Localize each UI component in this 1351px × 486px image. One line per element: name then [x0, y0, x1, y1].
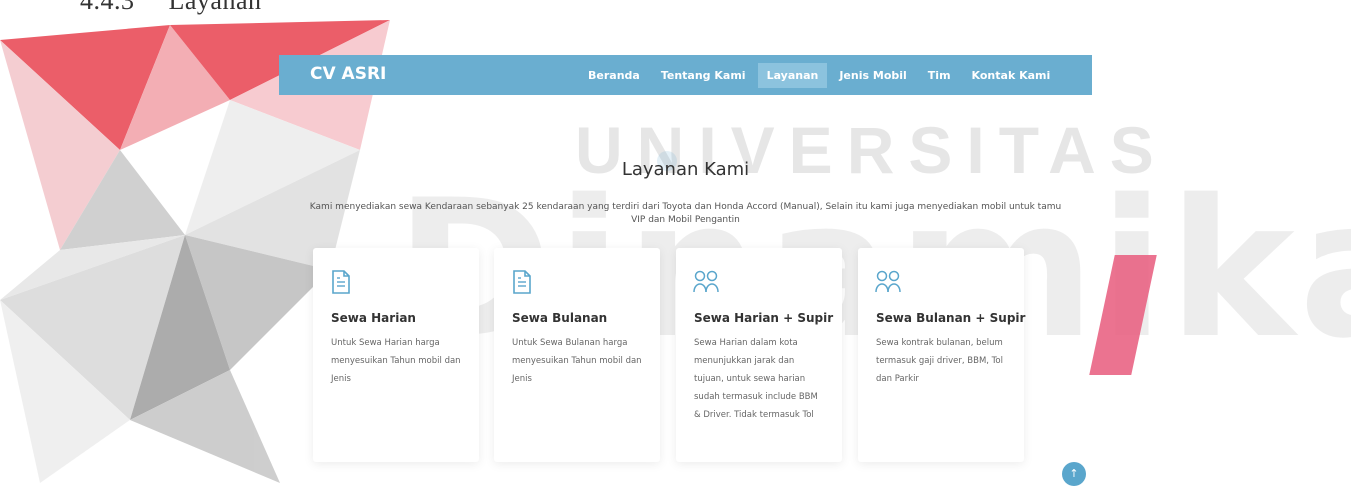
nav-item-kontak-kami[interactable]: Kontak Kami: [963, 63, 1060, 88]
card-title: Sewa Harian: [331, 311, 416, 325]
scroll-to-top-button[interactable]: ↑: [1062, 462, 1086, 486]
card-title: Sewa Bulanan: [512, 311, 608, 325]
nav-item-tim[interactable]: Tim: [919, 63, 960, 88]
document-icon: [513, 270, 531, 294]
page-title: Layanan Kami: [621, 159, 750, 180]
website-screenshot: CV ASRI Beranda Tentang Kami Layanan Jen…: [279, 55, 1092, 486]
section-description: Kami menyediakan sewa Kendaraan sebanyak…: [309, 202, 1062, 225]
service-card-sewa-harian: Sewa Harian Untuk Sewa Harian harga meny…: [313, 248, 479, 462]
card-description: Sewa kontrak bulanan, belum termasuk gaj…: [876, 338, 1003, 384]
card-description: Untuk Sewa Bulanan harga menyesuikan Tah…: [512, 338, 642, 384]
nav-item-jenis-mobil[interactable]: Jenis Mobil: [830, 63, 915, 88]
service-card-sewa-harian-supir: Sewa Harian + Supir Sewa Harian dalam ko…: [676, 248, 842, 462]
navbar: CV ASRI Beranda Tentang Kami Layanan Jen…: [279, 55, 1092, 95]
document-icon: [332, 270, 350, 294]
service-card-sewa-bulanan-supir: Sewa Bulanan + Supir Sewa kontrak bulana…: [858, 248, 1026, 462]
nav-menu: Beranda Tentang Kami Layanan Jenis Mobil…: [579, 55, 1062, 95]
card-title: Sewa Harian + Supir: [694, 311, 834, 325]
arrow-up-icon: ↑: [1069, 467, 1079, 480]
card-description: Sewa Harian dalam kota menunjukkan jarak…: [694, 338, 818, 420]
card-description: Untuk Sewa Harian harga menyesuikan Tahu…: [331, 338, 461, 384]
nav-item-layanan[interactable]: Layanan: [757, 62, 828, 88]
users-icon: [693, 270, 719, 293]
service-card-sewa-bulanan: Sewa Bulanan Untuk Sewa Bulanan harga me…: [494, 248, 660, 462]
card-title: Sewa Bulanan + Supir: [876, 311, 1026, 325]
nav-item-tentang-kami[interactable]: Tentang Kami: [652, 63, 755, 88]
nav-item-beranda[interactable]: Beranda: [579, 63, 649, 88]
brand-logo[interactable]: CV ASRI: [310, 64, 386, 84]
users-icon: [875, 270, 901, 293]
